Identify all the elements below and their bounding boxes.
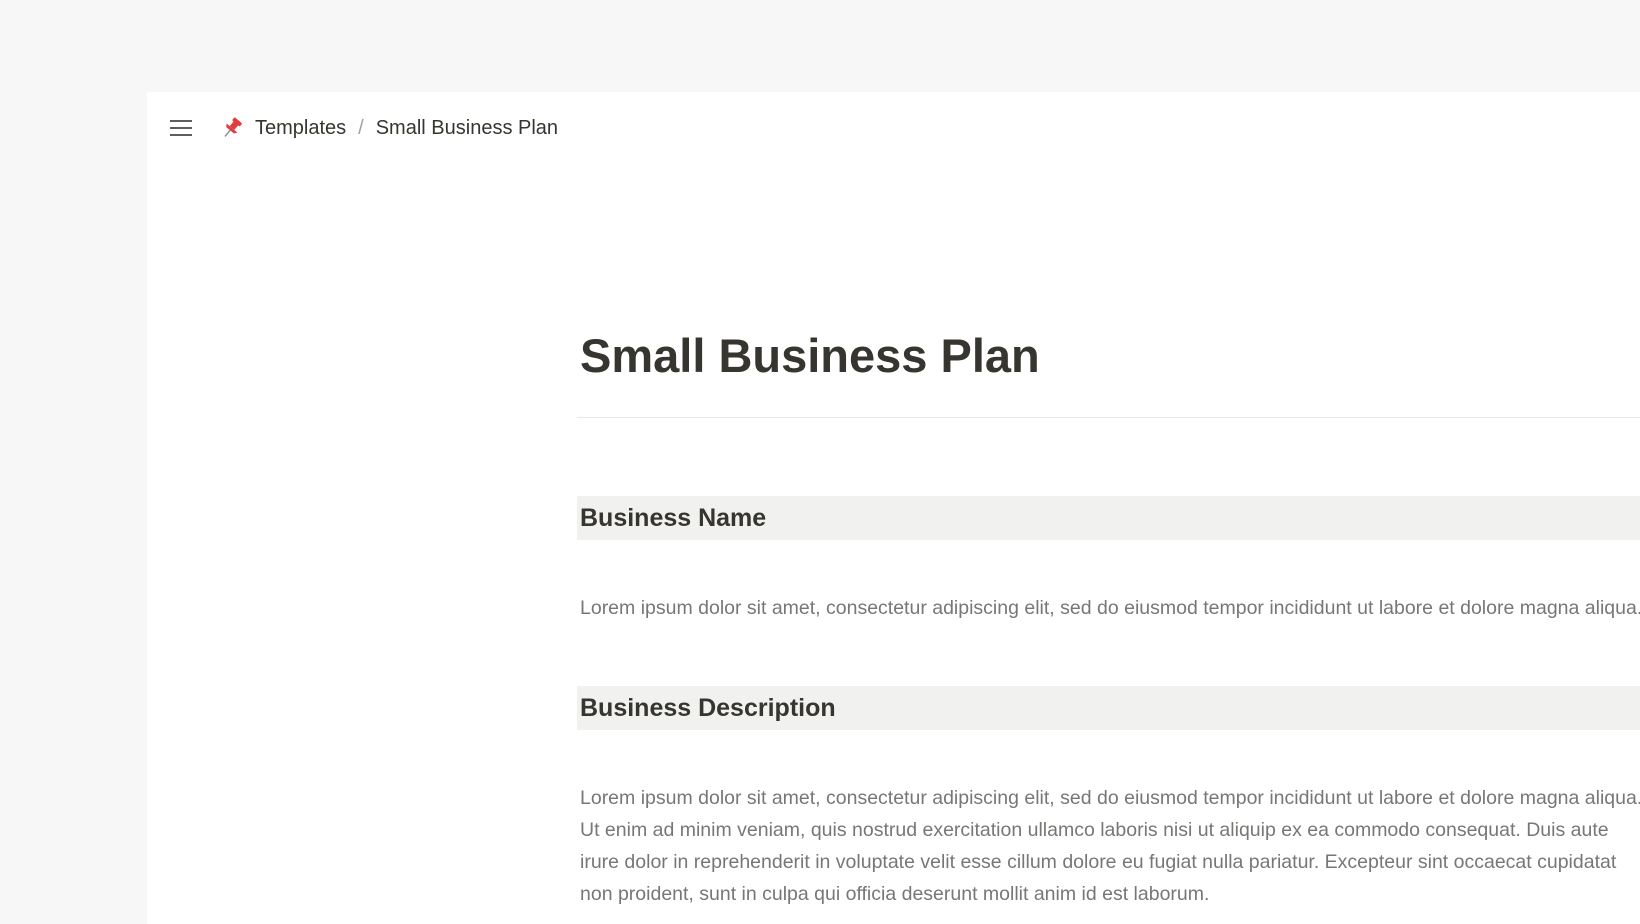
pushpin-icon: [221, 116, 243, 140]
section-heading-label: Business Description: [580, 693, 836, 722]
section-body-business-name[interactable]: Lorem ipsum dolor sit amet, consectetur …: [580, 592, 1640, 624]
top-bar: Templates / Small Business Plan: [147, 92, 1640, 164]
section-heading-label: Business Name: [580, 503, 767, 532]
page-title[interactable]: Small Business Plan: [580, 328, 1040, 383]
section-body-business-description[interactable]: Lorem ipsum dolor sit amet, consectetur …: [580, 782, 1640, 910]
breadcrumb-separator: /: [358, 116, 364, 139]
breadcrumb-item-current-page[interactable]: Small Business Plan: [376, 117, 558, 140]
page-panel: Templates / Small Business Plan Small Bu…: [147, 92, 1640, 924]
breadcrumb-item-templates[interactable]: Templates: [255, 117, 346, 140]
hamburger-menu-icon[interactable]: [167, 114, 195, 142]
breadcrumb: Templates / Small Business Plan: [221, 112, 558, 144]
section-heading-business-name[interactable]: Business Name: [577, 496, 1640, 540]
section-heading-business-description[interactable]: Business Description: [577, 686, 1640, 730]
title-divider: [577, 417, 1640, 418]
